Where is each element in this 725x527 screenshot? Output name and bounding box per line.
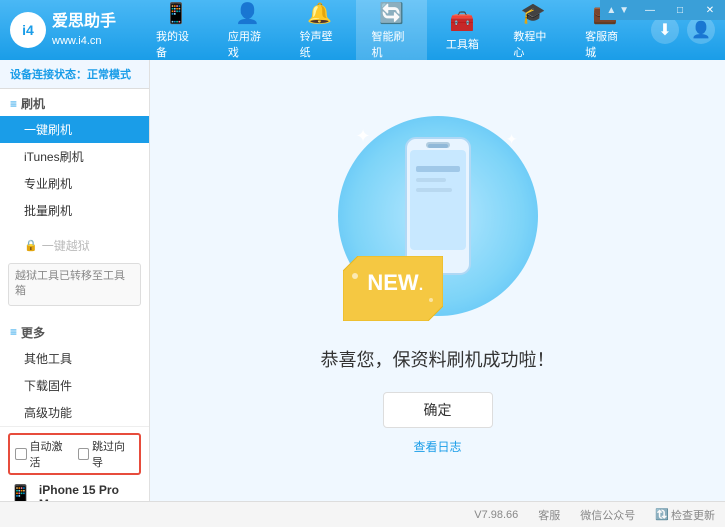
phone-illustration: ✦ ✦ NEW (338, 106, 538, 326)
refresh-icon: 🔃 (655, 508, 669, 521)
footer-link-wechat[interactable]: 微信公众号 (580, 507, 635, 523)
tab-ringtone[interactable]: 🔔 铃声壁纸 (284, 0, 356, 66)
apps-icon: 👤 (235, 1, 260, 26)
svg-text:NEW: NEW (367, 270, 419, 295)
tab-tutorial[interactable]: 🎓 教程中心 (497, 0, 569, 66)
footer-right: V7.98.66 客服 微信公众号 🔃 检查更新 (474, 507, 715, 523)
success-text: 恭喜您，保资料刷机成功啦！ (321, 346, 555, 372)
sparkle-right-icon: ✦ (506, 131, 518, 148)
tab-my-device[interactable]: 📱 我的设备 (140, 0, 212, 66)
guide-activate-checkbox[interactable] (78, 448, 90, 460)
tab-toolbox[interactable]: 🧰 工具箱 (427, 0, 497, 66)
sidebar-item-download-firmware[interactable]: 下载固件 (0, 372, 149, 399)
window-controls: ▲ ▼ — □ ✕ (600, 0, 725, 20)
view-log-link[interactable]: 查看日志 (413, 438, 461, 455)
svg-text:.: . (418, 277, 422, 294)
minimize-button[interactable]: — (635, 0, 665, 20)
ringtone-icon: 🔔 (307, 1, 332, 26)
sidebar-item-other-tools[interactable]: 其他工具 (0, 345, 149, 372)
disabled-notice: 越狱工具已转移至工具箱 (8, 263, 141, 306)
flash-icon: 🔄 (379, 1, 404, 26)
sidebar-bottom: 自动激活 跳过向导 📱 iPhone 15 Pro Max 512GB iPho… (0, 426, 149, 501)
status-bar: 设备连接状态：正常模式 (0, 60, 149, 89)
sidebar-item-itunes[interactable]: iTunes刷机 (0, 143, 149, 170)
sidebar-item-onekey[interactable]: 一键刷机 (0, 116, 149, 143)
logo-icon: i4 (10, 12, 46, 48)
footer-link-service[interactable]: 客服 (538, 507, 560, 523)
device-icon: 📱 (163, 1, 188, 26)
sparkle-left-icon: ✦ (356, 126, 371, 147)
auto-activate-row: 自动激活 跳过向导 (8, 433, 141, 475)
download-button[interactable]: ⬇ (651, 16, 679, 44)
tutorial-icon: 🎓 (521, 1, 546, 26)
section-flash: ≡ 刷机 (0, 89, 149, 116)
sidebar-item-batch[interactable]: 批量刷机 (0, 197, 149, 224)
auto-activate-checkbox[interactable] (15, 448, 27, 460)
device-bottom: 自动激活 跳过向导 📱 iPhone 15 Pro Max 512GB iPho… (0, 427, 149, 501)
check-update-button[interactable]: 🔃 检查更新 (655, 507, 715, 523)
logo: i4 爱思助手 www.i4.cn (10, 11, 120, 49)
sidebar-item-jailbreak-disabled: 🔒 一键越狱 (0, 232, 149, 259)
auto-activate-checkbox-label[interactable]: 自动激活 (15, 438, 72, 470)
maximize-button[interactable]: □ (665, 0, 695, 20)
sidebar: 设备连接状态：正常模式 ≡ 刷机 一键刷机 iTunes刷机 专业刷机 批量刷机… (0, 60, 150, 501)
logo-text: 爱思助手 www.i4.cn (52, 11, 116, 49)
phone-svg (398, 136, 478, 276)
main-area: 设备连接状态：正常模式 ≡ 刷机 一键刷机 iTunes刷机 专业刷机 批量刷机… (0, 60, 725, 501)
lock-icon: 🔒 (24, 239, 38, 252)
flash-section-icon: ≡ (10, 97, 17, 111)
more-section-icon: ≡ (10, 325, 17, 339)
guide-activate-checkbox-label[interactable]: 跳过向导 (78, 438, 135, 470)
sidebar-item-advanced[interactable]: 高级功能 (0, 399, 149, 426)
version-label: V7.98.66 (474, 509, 518, 521)
confirm-button[interactable]: 确定 (383, 392, 493, 428)
toolbox-icon: 🧰 (450, 9, 475, 34)
sidebar-item-pro[interactable]: 专业刷机 (0, 170, 149, 197)
tab-flash[interactable]: 🔄 智能刷机 (356, 0, 428, 66)
device-info: 📱 iPhone 15 Pro Max 512GB iPhone (8, 479, 141, 501)
device-text: iPhone 15 Pro Max 512GB iPhone (39, 483, 141, 501)
nav-tabs: 📱 我的设备 👤 应用游戏 🔔 铃声壁纸 🔄 智能刷机 🧰 工具箱 🎓 (140, 0, 641, 66)
device-phone-icon: 📱 (8, 483, 33, 501)
header-right: ⬇ 👤 (651, 16, 715, 44)
tab-apps[interactable]: 👤 应用游戏 (212, 0, 284, 66)
close-button[interactable]: ✕ (695, 0, 725, 20)
user-button[interactable]: 👤 (687, 16, 715, 44)
content-area: ✦ ✦ NEW (150, 60, 725, 501)
section-more: ≡ 更多 (0, 318, 149, 345)
footer: V7.98.66 客服 微信公众号 🔃 检查更新 (0, 501, 725, 527)
new-badge-svg: NEW . (343, 256, 443, 321)
